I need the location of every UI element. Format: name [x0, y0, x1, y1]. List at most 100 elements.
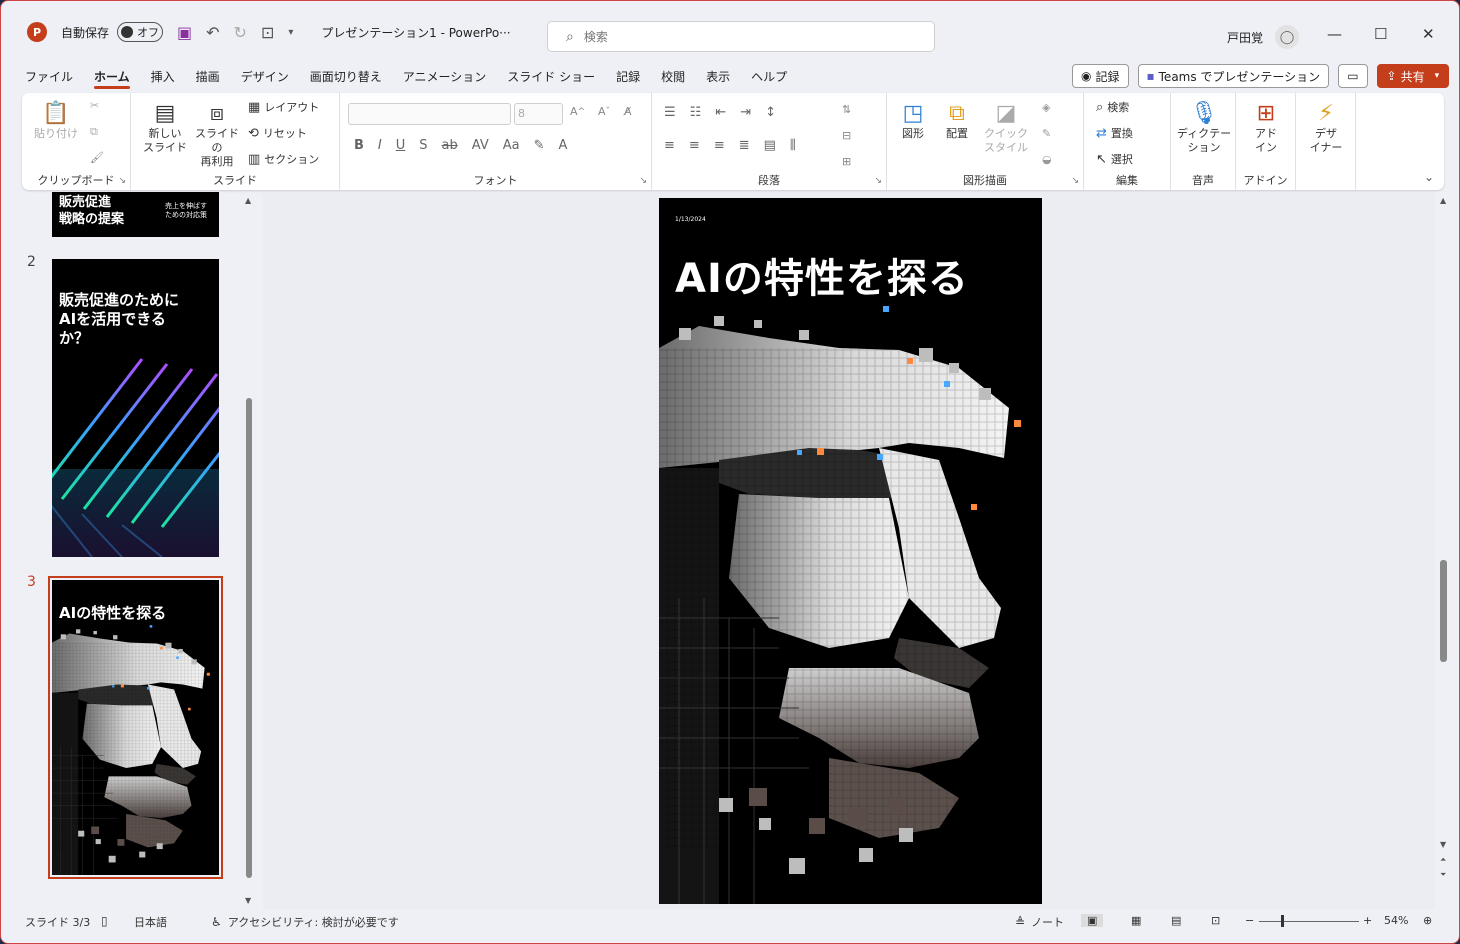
cut-icon[interactable]: ✂: [90, 99, 99, 112]
justify-icon[interactable]: ≣: [739, 138, 750, 153]
thumbnails-scroll-thumb[interactable]: [246, 398, 252, 878]
slide-sorter-icon[interactable]: ▦: [1131, 914, 1141, 927]
align-right-icon[interactable]: ≡: [714, 138, 725, 153]
new-slide-button[interactable]: ▤ 新しい スライド: [141, 101, 189, 155]
comments-button[interactable]: ▭: [1338, 64, 1368, 88]
bold-icon[interactable]: B: [354, 138, 364, 153]
tab-insert[interactable]: 挿入: [151, 65, 175, 89]
text-direction-icon[interactable]: ⇅: [842, 103, 851, 116]
clipboard-launcher-icon[interactable]: ↘: [118, 176, 126, 186]
paragraph-launcher-icon[interactable]: ↘: [874, 176, 882, 186]
align-text-icon[interactable]: ⊟: [842, 129, 851, 142]
share-button[interactable]: ⇪ 共有 ▾: [1376, 64, 1450, 88]
thumbnail-slide-3[interactable]: AIの特性を探る: [48, 576, 223, 879]
zoom-level[interactable]: 54%: [1384, 914, 1408, 927]
shapes-button[interactable]: ◳ 図形: [893, 101, 933, 141]
smartart-icon[interactable]: ⊞: [842, 155, 851, 168]
addins-button[interactable]: ⊞ アド イン: [1244, 101, 1288, 155]
start-slideshow-icon[interactable]: ⊡: [261, 23, 274, 42]
shadow-icon[interactable]: S: [419, 138, 427, 153]
increase-indent-icon[interactable]: ⇥: [740, 105, 751, 120]
section-button[interactable]: ▥ セクション: [248, 151, 319, 167]
collapse-ribbon-icon[interactable]: ⌄: [1424, 170, 1434, 184]
previous-slide-icon[interactable]: ⏶: [1440, 855, 1446, 865]
close-icon[interactable]: ✕: [1422, 25, 1435, 43]
scroll-up-icon[interactable]: ▲: [245, 196, 251, 205]
designer-button[interactable]: ⚡ デザ イナー: [1304, 101, 1348, 155]
customize-toolbar-icon[interactable]: ▾: [288, 27, 293, 38]
teams-present-button[interactable]: ▪ Teams でプレゼンテーション: [1137, 64, 1330, 88]
tab-review[interactable]: 校閲: [661, 65, 685, 89]
tab-animations[interactable]: アニメーション: [403, 65, 487, 89]
change-case-icon[interactable]: Aa: [503, 138, 520, 153]
tab-design[interactable]: デザイン: [241, 65, 289, 89]
notes-button[interactable]: ≜ ノート: [1015, 914, 1064, 930]
numbering-icon[interactable]: ☷: [690, 105, 702, 120]
autosave-toggle[interactable]: オフ: [117, 22, 164, 42]
decrease-font-icon[interactable]: Aˇ: [598, 105, 610, 118]
font-name-combo[interactable]: [348, 103, 511, 125]
maximize-icon[interactable]: ☐: [1374, 25, 1387, 43]
format-painter-icon[interactable]: 🖌: [90, 151, 104, 164]
thumbnail-slide-1[interactable]: 販売促進 戦略の提案 売上を伸ばす ための対応策: [52, 192, 219, 237]
language-indicator[interactable]: 日本語: [134, 914, 167, 930]
save-icon[interactable]: ▣: [177, 23, 192, 42]
user-account[interactable]: 戸田覚 ◯: [1227, 25, 1300, 49]
find-button[interactable]: ⌕ 検索: [1096, 99, 1129, 115]
increase-font-icon[interactable]: A ^: [570, 105, 585, 118]
shape-fill-icon[interactable]: ◈: [1042, 101, 1050, 114]
search-box[interactable]: ⌕: [547, 21, 935, 52]
underline-icon[interactable]: U: [396, 138, 406, 153]
dictate-button[interactable]: 🎙 ディクテー ション: [1175, 101, 1233, 155]
shape-outline-icon[interactable]: ✎: [1042, 127, 1051, 140]
slideshow-view-icon[interactable]: ⊡: [1211, 914, 1220, 927]
canvas-scroll-down-icon[interactable]: ▼: [1440, 840, 1446, 849]
undo-icon[interactable]: ↶: [206, 23, 219, 42]
tab-slideshow[interactable]: スライド ショー: [507, 65, 595, 89]
replace-button[interactable]: ⇄ 置換: [1096, 125, 1133, 141]
normal-view-icon[interactable]: ▣: [1081, 914, 1104, 927]
select-button[interactable]: ↖ 選択: [1096, 151, 1133, 167]
italic-icon[interactable]: I: [378, 138, 382, 153]
slide-editing-canvas[interactable]: 1/13/2024 AIの特性を探る: [263, 192, 1435, 909]
tab-draw[interactable]: 描画: [196, 65, 220, 89]
align-center-icon[interactable]: ≡: [689, 138, 700, 153]
arrange-button[interactable]: ⧉ 配置: [937, 101, 977, 141]
align-left-icon[interactable]: ≡: [664, 138, 675, 153]
tab-transitions[interactable]: 画面切り替え: [310, 65, 382, 89]
zoom-slider-track[interactable]: [1259, 921, 1359, 922]
line-spacing-icon[interactable]: ↕: [765, 105, 776, 120]
shape-effects-icon[interactable]: ◒: [1042, 153, 1052, 166]
thumbnails-scrollbar[interactable]: ▲ ▼: [244, 192, 254, 909]
reuse-slides-button[interactable]: ⧈ スライドの 再利用: [191, 101, 243, 169]
canvas-scroll-up-icon[interactable]: ▲: [1440, 196, 1446, 205]
tab-record[interactable]: 記録: [616, 65, 640, 89]
drawing-launcher-icon[interactable]: ↘: [1071, 176, 1079, 186]
columns-icon[interactable]: ⫼: [790, 138, 796, 153]
distributed-icon[interactable]: ▤: [764, 138, 776, 153]
zoom-in-icon[interactable]: +: [1363, 914, 1372, 927]
char-spacing-icon[interactable]: AV: [472, 138, 489, 153]
search-input[interactable]: [583, 29, 884, 44]
accessibility-status[interactable]: ♿ アクセシビリティ: 検討が必要です: [211, 914, 399, 930]
copy-icon[interactable]: ⧉: [90, 125, 98, 139]
quick-styles-button[interactable]: ◪ クイック スタイル: [981, 101, 1031, 155]
strikethrough-icon[interactable]: ab: [442, 138, 458, 153]
zoom-out-icon[interactable]: −: [1245, 914, 1254, 927]
canvas-scrollbar[interactable]: ▲ ▼ ⏶ ⏷: [1438, 192, 1450, 909]
layout-button[interactable]: ▦ レイアウト: [248, 99, 319, 115]
scroll-down-icon[interactable]: ▼: [245, 896, 251, 905]
minimize-icon[interactable]: —: [1327, 25, 1342, 43]
spellcheck-icon[interactable]: ▯: [101, 914, 114, 928]
font-color-icon[interactable]: A: [559, 138, 568, 153]
next-slide-icon[interactable]: ⏷: [1440, 870, 1446, 880]
current-slide[interactable]: 1/13/2024 AIの特性を探る: [659, 198, 1042, 904]
bullets-icon[interactable]: ☰: [664, 105, 676, 120]
font-size-combo[interactable]: 8: [514, 103, 563, 125]
paste-button[interactable]: 📋 貼り付け: [34, 101, 78, 141]
reset-button[interactable]: ⟲ リセット: [248, 125, 307, 141]
reading-view-icon[interactable]: ▤: [1171, 914, 1181, 927]
clear-format-icon[interactable]: A̸: [624, 105, 632, 118]
tab-help[interactable]: ヘルプ: [751, 65, 787, 89]
tab-home[interactable]: ホーム: [94, 65, 130, 89]
